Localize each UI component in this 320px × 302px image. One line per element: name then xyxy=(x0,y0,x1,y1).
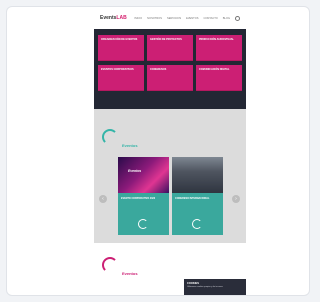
service-tile[interactable]: PRODUCCIÓN AUDIOVISUAL xyxy=(196,35,242,61)
projects-title: Eventos xyxy=(122,143,138,148)
project-slide[interactable]: Eventos EVENTO CORPORATIVO 2023 xyxy=(118,157,169,235)
cookie-text: Utilizamos cookies propias y de terceros xyxy=(187,286,223,288)
section-ring-icon xyxy=(102,257,118,273)
service-tile-label: EVENTOS CORPORATIVOS xyxy=(101,68,134,71)
service-tile-label: COMUNICACIÓN DIGITAL xyxy=(199,68,230,71)
slide-badge: Eventos xyxy=(128,169,142,173)
service-tile[interactable]: EVENTOS CORPORATIVOS xyxy=(98,65,144,91)
search-icon[interactable] xyxy=(235,16,240,21)
cookie-banner: COOKIES Utilizamos cookies propias y de … xyxy=(184,279,246,295)
webpage: EventsLAB INICIO NOSOTROS SERVICIOS EVEN… xyxy=(94,7,246,295)
events-title: Eventos xyxy=(122,271,138,276)
project-slide[interactable]: CONGRESO INTERNACIONAL xyxy=(172,157,223,235)
slide-caption: EVENTO CORPORATIVO 2023 xyxy=(121,197,156,200)
slide-ring-icon xyxy=(192,219,202,229)
service-tile[interactable]: CONGRESOS xyxy=(147,65,193,91)
slide-caption: CONGRESO INTERNACIONAL xyxy=(175,197,210,200)
nav-links: INICIO NOSOTROS SERVICIOS EVENTOS CONTAC… xyxy=(134,16,240,21)
site-logo[interactable]: EventsLAB xyxy=(100,15,127,21)
carousel-prev-arrow-icon[interactable]: ‹ xyxy=(99,195,107,203)
carousel-next-arrow-icon[interactable]: › xyxy=(232,195,240,203)
slide-image xyxy=(172,157,223,193)
cookie-title: COOKIES xyxy=(187,282,199,285)
projects-section: Eventos ‹ › Eventos EVENTO CORPORATIVO 2… xyxy=(94,109,246,243)
nav-link-servicios[interactable]: SERVICIOS xyxy=(167,17,181,20)
service-tile[interactable]: COMUNICACIÓN DIGITAL xyxy=(196,65,242,91)
service-tile-label: CONGRESOS xyxy=(150,68,167,71)
service-tile[interactable]: GESTIÓN DE PROYECTOS xyxy=(147,35,193,61)
nav-link-inicio[interactable]: INICIO xyxy=(134,17,142,20)
screenshot-card: EventsLAB INICIO NOSOTROS SERVICIOS EVEN… xyxy=(6,6,310,296)
service-tile-label: ORGANIZACIÓN DE EVENTOS xyxy=(101,38,138,41)
section-ring-icon xyxy=(102,129,118,145)
slide-image: Eventos xyxy=(118,157,169,193)
services-band: ORGANIZACIÓN DE EVENTOS GESTIÓN DE PROYE… xyxy=(94,29,246,109)
nav-link-nosotros[interactable]: NOSOTROS xyxy=(147,17,162,20)
service-tile-label: GESTIÓN DE PROYECTOS xyxy=(150,38,182,41)
nav-link-blog[interactable]: BLOG xyxy=(223,17,230,20)
logo-text: Events xyxy=(100,15,117,21)
nav-link-contacto[interactable]: CONTACTO xyxy=(203,17,217,20)
slide-ring-icon xyxy=(138,219,148,229)
service-tile-label: PRODUCCIÓN AUDIOVISUAL xyxy=(199,38,234,41)
top-navbar: EventsLAB INICIO NOSOTROS SERVICIOS EVEN… xyxy=(94,7,246,29)
logo-mark: LAB xyxy=(116,15,127,21)
service-tile[interactable]: ORGANIZACIÓN DE EVENTOS xyxy=(98,35,144,61)
nav-link-eventos[interactable]: EVENTOS xyxy=(186,17,198,20)
